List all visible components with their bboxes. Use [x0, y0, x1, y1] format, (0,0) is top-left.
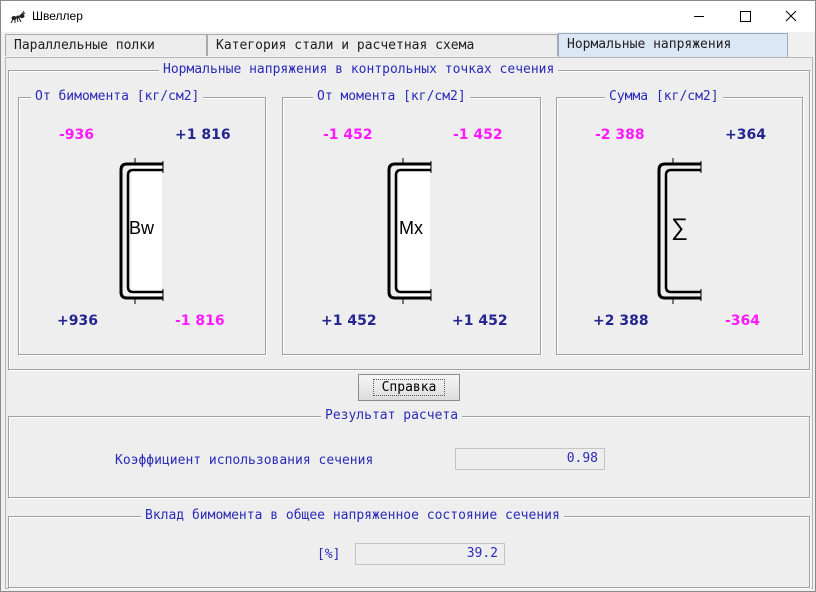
tab-normal-stresses[interactable]: Нормальные напряжения: [558, 33, 788, 57]
value-top-right: -1 452: [453, 127, 503, 143]
percent-label: [%]: [317, 547, 341, 562]
stresses-group-title: Нормальные напряжения в контрольных точк…: [159, 62, 559, 78]
panel-sum-title: Сумма [кг/см2]: [605, 89, 723, 105]
bimoment-symbol: Bw: [129, 218, 155, 238]
main-window: Швеллер Параллельные полки Категория ста…: [0, 0, 816, 592]
close-button[interactable]: [768, 1, 814, 32]
tab-steel-category[interactable]: Категория стали и расчетная схема: [207, 34, 558, 56]
help-button-label: Справка: [381, 380, 437, 395]
ant-icon: [10, 9, 26, 25]
title-bar[interactable]: Швеллер: [1, 1, 815, 32]
channel-section-diagram: ∑: [657, 156, 703, 306]
value-bottom-right: +1 452: [452, 313, 508, 329]
value-bottom-right: -1 816: [175, 313, 225, 329]
tab-parallel-flanges[interactable]: Параллельные полки: [5, 34, 207, 56]
utilization-field[interactable]: 0.98: [455, 448, 605, 470]
result-group: Результат расчета Коэффициент использова…: [8, 408, 810, 498]
result-group-title: Результат расчета: [321, 408, 463, 424]
panel-bimoment-title: От бимомента [кг/см2]: [31, 89, 204, 105]
maximize-icon: [740, 11, 751, 22]
value-bottom-right: -364: [725, 313, 761, 329]
value-top-left: -936: [59, 127, 95, 143]
tab-strip: Параллельные полки Категория стали и рас…: [5, 33, 813, 58]
moment-symbol: Mx: [399, 218, 423, 238]
value-top-left: -1 452: [323, 127, 373, 143]
tab-content: Нормальные напряжения в контрольных точк…: [5, 57, 813, 589]
maximize-button[interactable]: [722, 1, 768, 32]
value-bottom-left: +1 452: [321, 313, 377, 329]
panel-sum: Сумма [кг/см2] -2 388 +364 +2 388 -364 ∑: [556, 89, 803, 355]
value-top-right: +364: [725, 127, 766, 143]
value-top-left: -2 388: [595, 127, 645, 143]
channel-section-diagram: Bw: [119, 156, 165, 306]
channel-section-diagram: Mx: [387, 156, 433, 306]
panel-bimoment: От бимомента [кг/см2] -936 +1 816 +936 -…: [18, 89, 266, 355]
help-button[interactable]: Справка: [358, 374, 460, 401]
close-icon: [785, 10, 797, 22]
stresses-group: Нормальные напряжения в контрольных точк…: [8, 62, 810, 370]
panel-moment: От момента [кг/см2] -1 452 -1 452 +1 452…: [282, 89, 541, 355]
bimoment-percent-field[interactable]: 39.2: [355, 543, 505, 565]
value-bottom-left: +936: [57, 313, 98, 329]
sum-symbol: ∑: [671, 214, 689, 241]
window-title: Швеллер: [32, 9, 83, 23]
bimoment-group-title: Вклад бимомента в общее напряженное сост…: [141, 508, 564, 524]
value-bottom-left: +2 388: [593, 313, 649, 329]
panel-moment-title: От момента [кг/см2]: [313, 89, 470, 105]
value-top-right: +1 816: [175, 127, 231, 143]
minimize-icon: [694, 16, 704, 17]
bimoment-group: Вклад бимомента в общее напряженное сост…: [8, 508, 810, 588]
minimize-button[interactable]: [676, 1, 722, 32]
utilization-label: Коэффициент использования сечения: [115, 453, 374, 468]
